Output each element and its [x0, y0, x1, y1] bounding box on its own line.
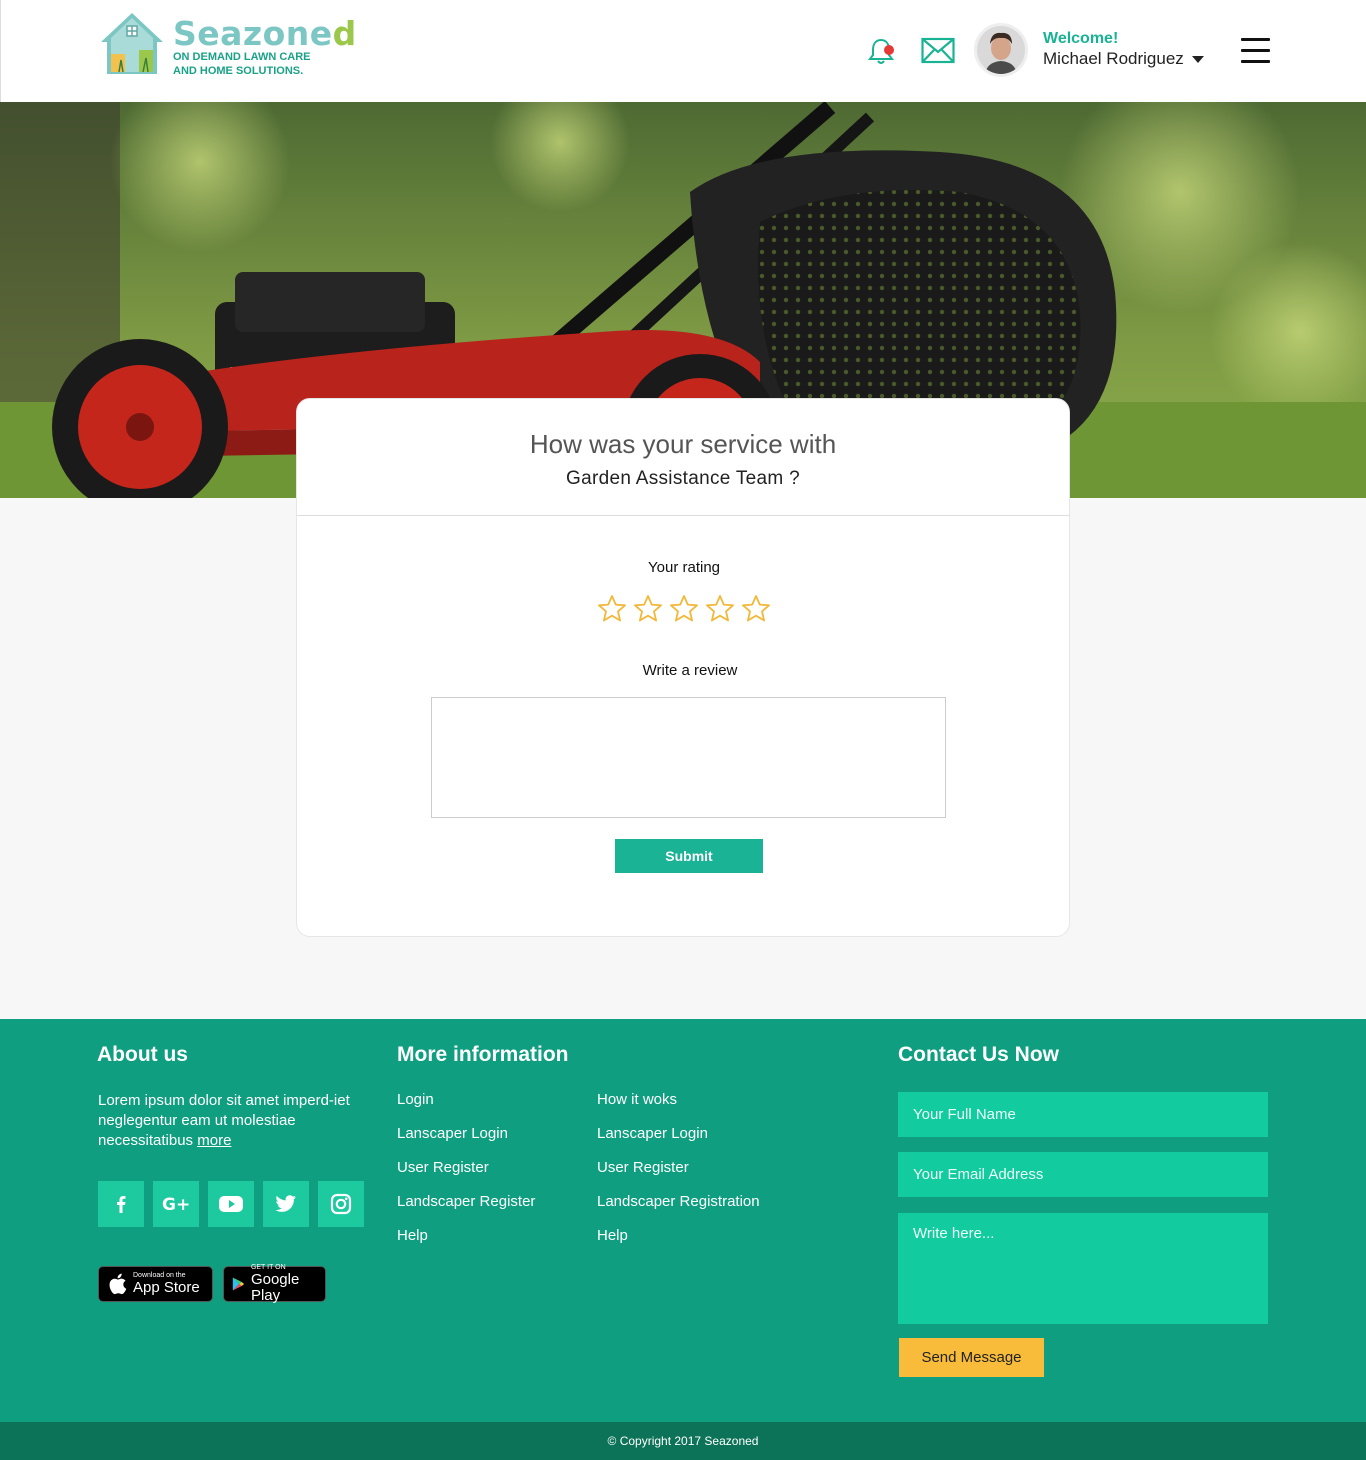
social-links: G+ [98, 1181, 364, 1227]
notification-dot [884, 45, 894, 55]
footer-link-how-it-works[interactable]: How it woks [597, 1091, 760, 1125]
more-info-links-col2: How it woks Lanscaper Login User Registe… [597, 1091, 760, 1261]
user-name: Michael Rodriguez [1043, 49, 1184, 68]
footer-link-user-register[interactable]: User Register [397, 1159, 535, 1193]
star-icon-5[interactable] [741, 594, 771, 624]
instagram-icon[interactable] [318, 1181, 364, 1227]
more-info-links-col1: Login Lanscaper Login User Register Land… [397, 1091, 535, 1261]
about-text: Lorem ipsum dolor sit amet imperd-iet ne… [98, 1092, 350, 1149]
more-link[interactable]: more [197, 1132, 231, 1149]
google-play-icon [232, 1277, 245, 1291]
brand-tagline: ON DEMAND LAWN CARE AND HOME SOLUTIONS. [173, 51, 311, 77]
submit-review-button[interactable]: Submit [615, 839, 763, 873]
bell-icon[interactable] [867, 36, 897, 66]
brand-name: Seazoned [173, 14, 357, 53]
app-store-badge[interactable]: Download on the App Store [98, 1266, 213, 1302]
house-logo-icon [101, 13, 163, 74]
google-play-badge[interactable]: GET IT ON Google Play [223, 1264, 326, 1304]
footer-link-user-register-2[interactable]: User Register [597, 1159, 760, 1193]
site-footer: About us Lorem ipsum dolor sit amet impe… [0, 1019, 1366, 1422]
copyright-bar: © Copyright 2017 Seazoned [0, 1422, 1366, 1460]
caret-down-icon [1191, 56, 1204, 64]
apple-icon [109, 1273, 127, 1295]
star-icon-1[interactable] [597, 594, 627, 624]
review-textarea[interactable] [431, 697, 946, 818]
star-rating[interactable] [597, 594, 771, 626]
twitter-icon[interactable] [263, 1181, 309, 1227]
brand-logo[interactable]: Seazoned ON DEMAND LAWN CARE AND HOME SO… [99, 10, 356, 80]
footer-link-landscaper-registration[interactable]: Landscaper Registration [597, 1193, 760, 1227]
rating-label: Your rating [648, 559, 720, 576]
star-icon-4[interactable] [705, 594, 735, 624]
welcome-text: Welcome! [1043, 30, 1119, 47]
user-menu-toggle[interactable]: Michael Rodriguez [1043, 49, 1204, 69]
star-icon-3[interactable] [669, 594, 699, 624]
about-heading: About us [97, 1043, 188, 1066]
contact-email-field[interactable] [898, 1152, 1268, 1197]
review-card-header: How was your service with Garden Assista… [297, 399, 1069, 516]
contact-message-field[interactable] [898, 1213, 1268, 1324]
google-plus-icon[interactable]: G+ [153, 1181, 199, 1227]
review-question: How was your service with [529, 429, 837, 459]
google-play-title: Google Play [250, 1271, 300, 1304]
hamburger-icon[interactable] [1241, 38, 1270, 64]
youtube-icon[interactable] [208, 1181, 254, 1227]
footer-link-lanscaper-login[interactable]: Lanscaper Login [397, 1125, 535, 1159]
site-header: Seazoned ON DEMAND LAWN CARE AND HOME SO… [0, 0, 1366, 102]
app-badges: Download on the App Store GET IT ON Google… [98, 1264, 326, 1304]
footer-link-landscaper-register[interactable]: Landscaper Register [397, 1193, 535, 1227]
app-store-title: App Store [133, 1279, 200, 1296]
review-label: Write a review [642, 662, 738, 679]
send-message-button[interactable]: Send Message [899, 1338, 1044, 1377]
review-card: How was your service with Garden Assista… [296, 398, 1070, 937]
footer-link-login[interactable]: Login [397, 1091, 535, 1125]
facebook-icon[interactable] [98, 1181, 144, 1227]
contact-heading: Contact Us Now [898, 1043, 1060, 1066]
contact-name-field[interactable] [898, 1092, 1268, 1137]
more-info-heading: More information [397, 1043, 569, 1066]
user-avatar[interactable] [974, 23, 1028, 77]
copyright-text: © Copyright 2017 Seazoned [607, 1434, 759, 1448]
footer-link-lanscaper-login-2[interactable]: Lanscaper Login [597, 1125, 760, 1159]
star-icon-2[interactable] [633, 594, 663, 624]
service-team-name: Garden Assistance Team ? [566, 468, 800, 489]
mail-icon[interactable] [921, 37, 955, 65]
user-photo-icon [977, 26, 1025, 74]
footer-link-help[interactable]: Help [397, 1227, 535, 1261]
svg-text:G+: G+ [162, 1195, 190, 1215]
footer-link-help-2[interactable]: Help [597, 1227, 760, 1261]
